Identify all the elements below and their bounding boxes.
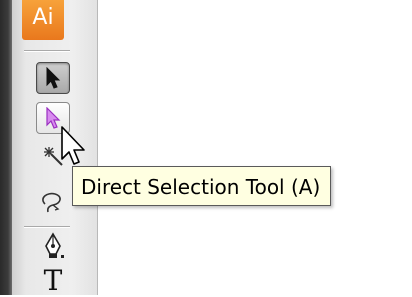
tool-tooltip: Direct Selection Tool (A) [72,166,332,206]
lasso-icon [39,190,67,214]
pen-tool-button[interactable] [36,230,70,262]
type-icon: T [43,264,63,297]
black-arrow-icon [45,67,61,89]
pen-icon [42,232,64,260]
toolbar-divider [24,50,70,52]
lasso-tool-button[interactable] [36,186,70,218]
toolbar-divider [24,226,70,228]
selection-tool-button[interactable] [36,62,70,94]
window-left-edge [0,0,12,295]
mouse-pointer-icon [56,126,86,166]
app-logo: Ai [22,0,64,40]
type-tool-button[interactable]: T [36,266,70,296]
